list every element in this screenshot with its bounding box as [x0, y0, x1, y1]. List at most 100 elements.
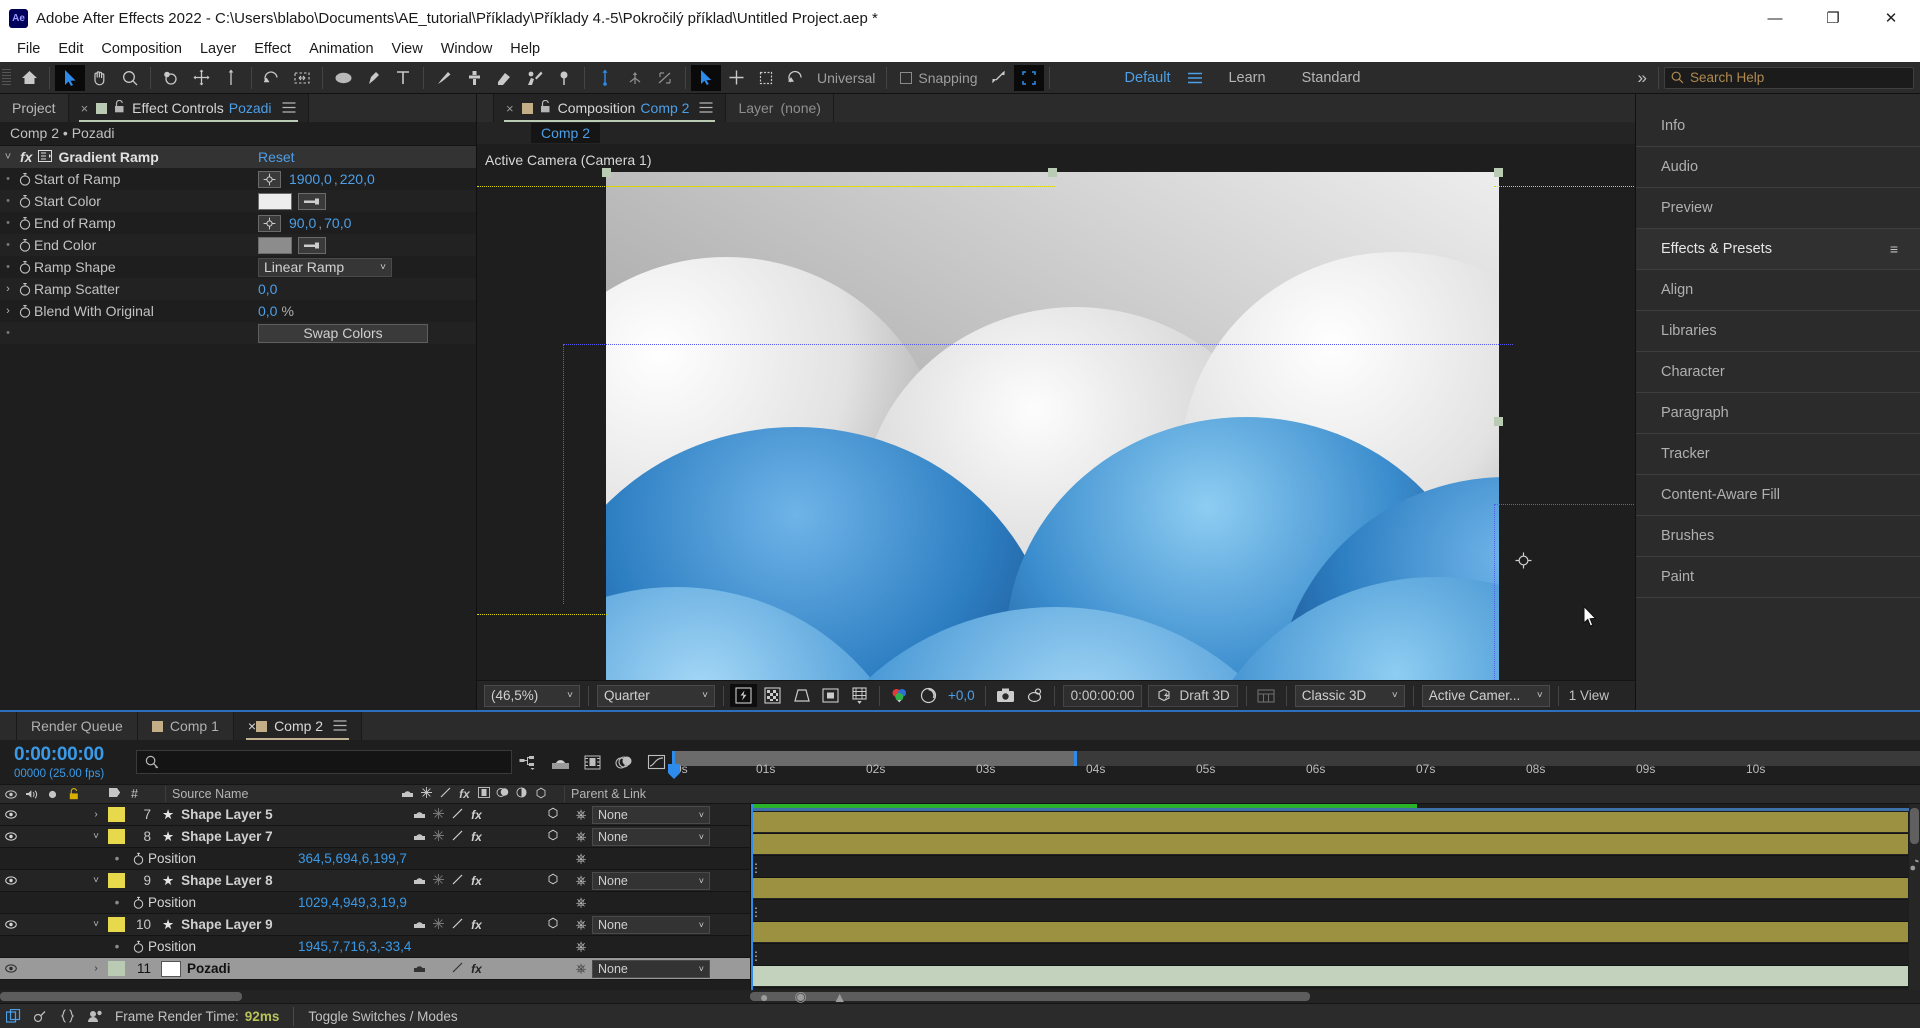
- stopwatch-icon[interactable]: [16, 282, 34, 296]
- property-value-start-of-ramp[interactable]: 1900,0 , 220,0: [258, 171, 375, 188]
- brush-tool-icon[interactable]: [429, 65, 459, 91]
- timecode-block[interactable]: 0:00:00:00 00000 (25.00 fps): [0, 744, 122, 780]
- tab-project[interactable]: Project: [0, 94, 69, 122]
- property-row-ramp-shape[interactable]: • Ramp Shape Linear Ramp ˅: [0, 256, 476, 278]
- layer-name-cell[interactable]: ★ Shape Layer 7: [159, 829, 410, 845]
- color-swatch-start[interactable]: [258, 193, 292, 210]
- switch-shy-icon[interactable]: [410, 918, 429, 932]
- switch-3d-layer-icon[interactable]: [543, 807, 562, 822]
- layer-parent-cell[interactable]: ⎈ None ˅: [570, 916, 750, 934]
- track-row[interactable]: [751, 966, 1908, 988]
- layer-switches[interactable]: fx: [410, 917, 570, 932]
- value-y[interactable]: 70,0: [324, 215, 351, 231]
- chevron-down-icon[interactable]: ˅: [0, 151, 16, 163]
- property-value-ramp-shape[interactable]: Linear Ramp ˅: [258, 258, 392, 277]
- layer-parent-cell[interactable]: ⎈ None ˅: [570, 806, 750, 824]
- stopwatch-icon[interactable]: [128, 896, 148, 909]
- menu-file[interactable]: File: [8, 38, 49, 60]
- take-snapshot-icon[interactable]: [992, 684, 1019, 707]
- property-value-end-color[interactable]: [258, 237, 326, 254]
- breadcrumb-comp2[interactable]: Comp 2: [531, 123, 600, 143]
- scroll-thumb[interactable]: [1910, 808, 1919, 844]
- layer-twirl-toggle[interactable]: ›: [84, 809, 108, 820]
- sidebar-item-content-aware-fill[interactable]: Content-Aware Fill: [1636, 475, 1920, 516]
- property-pickwhip-cell[interactable]: ⎈: [570, 895, 750, 911]
- shape-tool-icon[interactable]: [328, 65, 358, 91]
- parent-dropdown[interactable]: None ˅: [592, 960, 710, 978]
- playhead-line[interactable]: [751, 804, 753, 990]
- extended-viewer-icon[interactable]: [1253, 684, 1280, 707]
- track-row-property[interactable]: ⋮: [751, 944, 1908, 966]
- snap-bounds-icon[interactable]: [1014, 65, 1044, 91]
- pickwhip-icon[interactable]: ⎈: [570, 873, 592, 889]
- fast-previews-icon[interactable]: [730, 684, 757, 707]
- comp-tab-grip[interactable]: [477, 94, 494, 122]
- frame-blending-icon[interactable]: [576, 749, 608, 775]
- workspace-standard[interactable]: Standard: [1284, 70, 1379, 86]
- property-row-blend-with-original[interactable]: › Blend With Original 0,0 %: [0, 300, 476, 322]
- current-time-display[interactable]: 0:00:00:00: [1063, 685, 1143, 707]
- roto-brush-2-icon[interactable]: [519, 65, 549, 91]
- timeline-tab-grip[interactable]: [0, 712, 17, 740]
- effect-reset-button[interactable]: Reset: [258, 149, 295, 165]
- switch-shy-icon[interactable]: [410, 808, 429, 822]
- pickwhip-icon[interactable]: ⎈: [570, 917, 592, 933]
- menu-animation[interactable]: Animation: [300, 38, 382, 60]
- layer-duration-bar[interactable]: [751, 966, 1908, 986]
- color-swatch-end[interactable]: [258, 237, 292, 254]
- layer-duration-bar[interactable]: [751, 812, 1908, 832]
- menu-edit[interactable]: Edit: [49, 38, 92, 60]
- value-x[interactable]: 1900,0: [289, 171, 332, 187]
- home-icon[interactable]: [14, 65, 44, 91]
- pen-tool-icon[interactable]: [358, 65, 388, 91]
- layer-visibility-toggle[interactable]: [0, 832, 21, 841]
- switch-collapse-icon[interactable]: [429, 830, 448, 844]
- sidebar-item-tracker[interactable]: Tracker: [1636, 434, 1920, 475]
- roto-brush-icon[interactable]: [287, 65, 317, 91]
- draft-3d-button[interactable]: Draft 3D: [1148, 685, 1237, 707]
- snapping-checkbox[interactable]: [900, 72, 912, 84]
- rotate-mode-icon[interactable]: [781, 65, 811, 91]
- tab-effect-controls[interactable]: × Effect Controls Pozadi: [69, 94, 309, 122]
- show-snapshot-icon[interactable]: [1021, 684, 1048, 707]
- lock-icon[interactable]: [114, 100, 125, 116]
- sidebar-item-character[interactable]: Character: [1636, 352, 1920, 393]
- table-row[interactable]: ˅ 9 ★ Shape Layer 8: [0, 870, 750, 892]
- motion-blur-icon[interactable]: [608, 749, 640, 775]
- layer-parent-cell[interactable]: ⎈ None ˅: [570, 960, 750, 978]
- property-value-ramp-scatter[interactable]: 0,0: [258, 281, 277, 297]
- menu-window[interactable]: Window: [432, 38, 502, 60]
- close-icon[interactable]: ×: [81, 101, 89, 116]
- zoom-tool-icon[interactable]: [115, 65, 145, 91]
- table-row[interactable]: › 11 Pozadi fx: [0, 958, 750, 980]
- layer-name-cell[interactable]: ★ Shape Layer 9: [159, 917, 410, 933]
- layer-visibility-toggle[interactable]: [0, 920, 21, 929]
- panel-menu-icon[interactable]: [282, 101, 296, 116]
- pickwhip-icon[interactable]: ⎈: [570, 961, 592, 977]
- toolbar-grip[interactable]: [2, 69, 11, 87]
- switch-3d-layer-icon[interactable]: [543, 873, 562, 888]
- property-value-end-of-ramp[interactable]: 90,0 , 70,0: [258, 215, 351, 232]
- layer-visibility-toggle[interactable]: [0, 810, 21, 819]
- zoom-in-icon[interactable]: ▲: [833, 989, 847, 1005]
- layer-twirl-toggle[interactable]: ˅: [84, 919, 108, 930]
- switch-quality-icon[interactable]: [448, 874, 467, 888]
- comp-canvas[interactable]: [606, 172, 1499, 680]
- pickwhip-icon[interactable]: ⎈: [570, 851, 592, 867]
- parent-dropdown[interactable]: None ˅: [592, 916, 710, 934]
- table-row[interactable]: › 7 ★ Shape Layer 5: [0, 804, 750, 826]
- ramp-shape-dropdown[interactable]: Linear Ramp ˅: [258, 258, 392, 277]
- move-mode-icon[interactable]: [721, 65, 751, 91]
- composition-viewer[interactable]: Active Camera (Camera 1): [477, 144, 1635, 680]
- minimize-button[interactable]: —: [1746, 0, 1804, 36]
- switch-shy-icon[interactable]: [410, 874, 429, 888]
- timeline-current-time[interactable]: 0:00:00:00: [14, 744, 122, 766]
- layer-label-color[interactable]: [108, 829, 125, 844]
- property-value[interactable]: 1945,7,716,3,-33,4: [298, 939, 411, 954]
- menu-effect[interactable]: Effect: [245, 38, 300, 60]
- snap-arrow-icon[interactable]: [984, 65, 1014, 91]
- hide-shy-layers-icon[interactable]: [544, 749, 576, 775]
- selection-handle-tc[interactable]: [1048, 168, 1057, 177]
- menu-layer[interactable]: Layer: [191, 38, 245, 60]
- property-row-ramp-scatter[interactable]: › Ramp Scatter 0,0: [0, 278, 476, 300]
